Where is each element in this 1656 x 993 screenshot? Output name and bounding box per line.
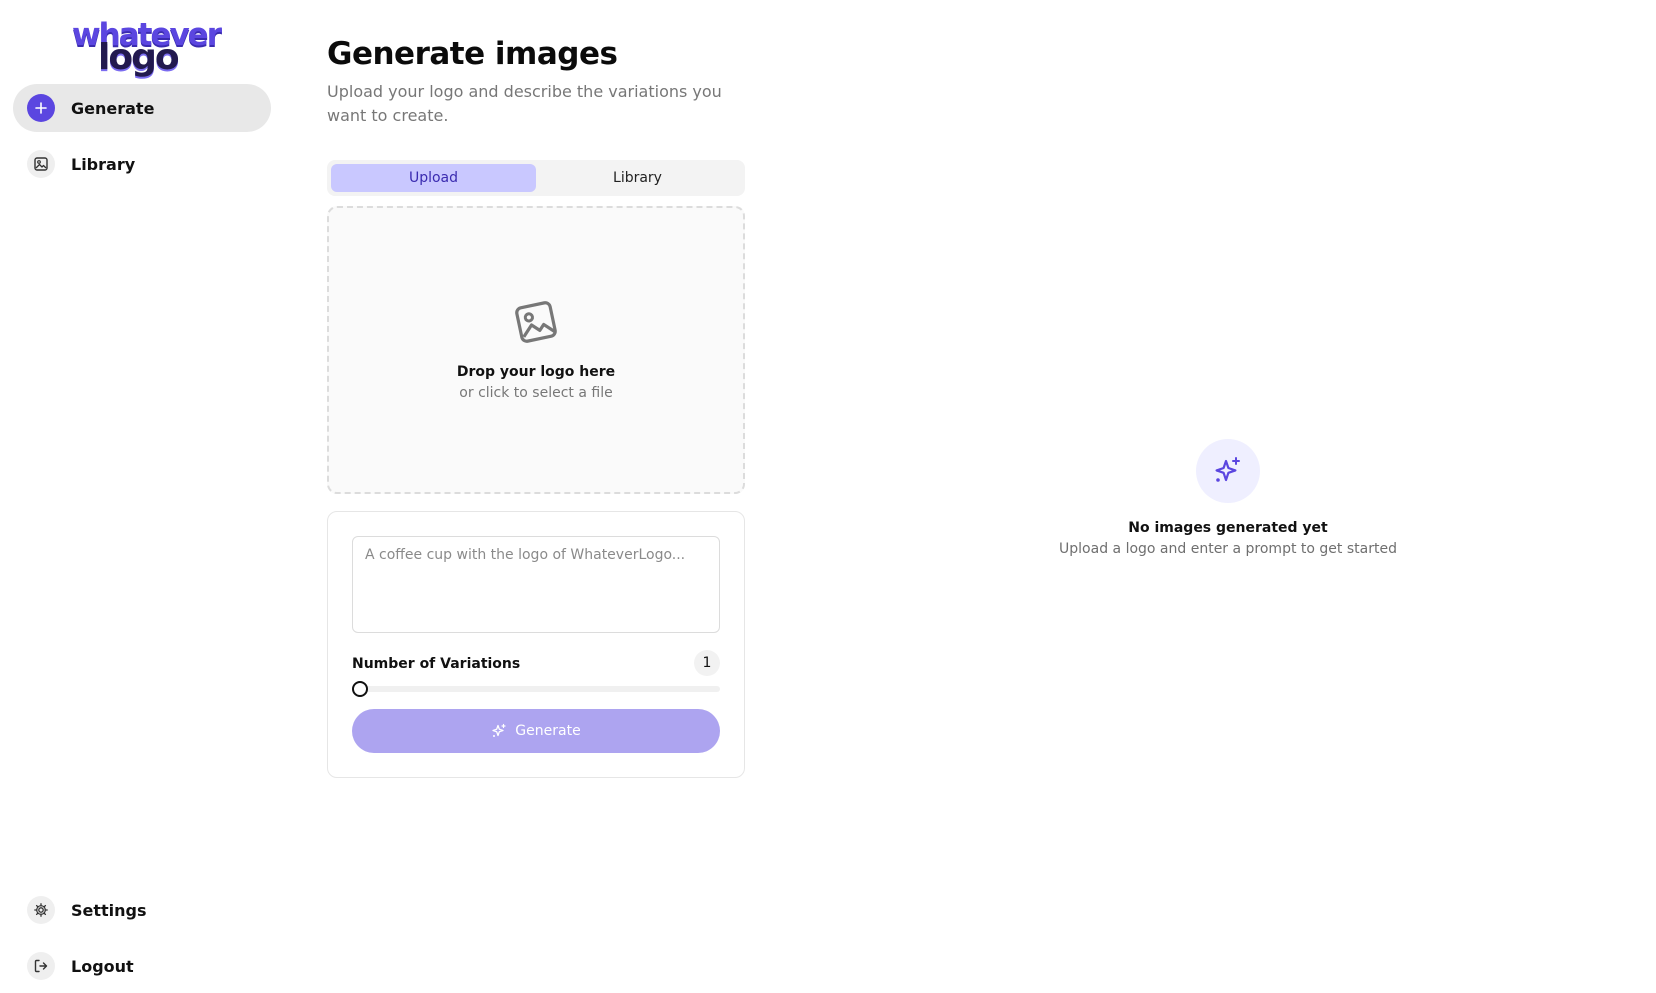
- sidebar-item-logout[interactable]: Logout: [13, 942, 271, 990]
- sidebar-item-label: Library: [71, 154, 136, 174]
- logo-text-bottom: logo: [98, 37, 180, 78]
- generate-button[interactable]: Generate: [352, 709, 720, 753]
- variations-slider-thumb[interactable]: [352, 681, 368, 697]
- source-tabs: Upload Library: [327, 160, 745, 196]
- sidebar-item-label: Logout: [71, 956, 134, 976]
- variations-label: Number of Variations: [352, 656, 521, 672]
- brand-logo[interactable]: whatever logo: [70, 18, 222, 78]
- logout-icon: [27, 952, 55, 980]
- image-icon: [515, 301, 557, 343]
- empty-state-title: No images generated yet: [1128, 520, 1328, 536]
- image-icon: [27, 150, 55, 178]
- tab-upload[interactable]: Upload: [331, 164, 536, 192]
- dropzone-subtitle: or click to select a file: [459, 385, 613, 401]
- sidebar-item-settings[interactable]: Settings: [13, 886, 271, 934]
- gear-icon: [27, 896, 55, 924]
- sidebar-item-label: Settings: [71, 900, 147, 920]
- variations-count-badge: 1: [694, 650, 720, 676]
- page-title: Generate images: [327, 36, 618, 72]
- logo-dropzone[interactable]: Drop your logo here or click to select a…: [327, 206, 745, 494]
- sidebar: whatever logo Generate Library Settings …: [0, 0, 285, 993]
- tab-library[interactable]: Library: [535, 164, 740, 192]
- sidebar-item-label: Generate: [71, 98, 155, 118]
- sparkles-icon: [492, 723, 506, 737]
- variations-slider-track[interactable]: [352, 686, 720, 692]
- plus-icon: [27, 94, 55, 122]
- empty-state-badge: [1196, 439, 1260, 503]
- generate-form: Number of Variations 1 Generate: [327, 511, 745, 778]
- generate-button-label: Generate: [515, 723, 581, 739]
- sidebar-item-generate[interactable]: Generate: [13, 84, 271, 132]
- dropzone-title: Drop your logo here: [456, 364, 616, 380]
- empty-state-subtitle: Upload a logo and enter a prompt to get …: [1059, 541, 1397, 557]
- prompt-input[interactable]: [352, 536, 720, 633]
- sparkles-icon: [1215, 457, 1240, 482]
- sidebar-item-library[interactable]: Library: [13, 140, 271, 188]
- page-subtitle: Upload your logo and describe the variat…: [327, 82, 722, 125]
